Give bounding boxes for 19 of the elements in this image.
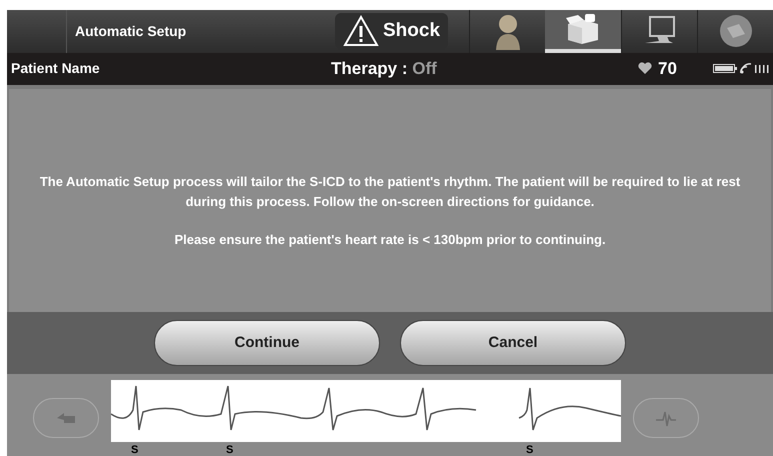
disc-icon (718, 14, 752, 48)
therapy-status: Therapy : Off (331, 58, 437, 80)
return-arrow-icon (55, 411, 77, 425)
patient-name: Patient Name (11, 59, 101, 78)
heart-rate-note: Please ensure the patient's heart rate is < 130bpm prior to continuing. (174, 230, 606, 249)
beat-marker: S (226, 443, 234, 456)
beat-marker: S (131, 443, 138, 456)
action-button[interactable]: Cancel (400, 320, 626, 366)
signal-bars-icon (755, 64, 769, 74)
instruction-text: The Automatic Setup process will tailor the S-ICD to the patient's rhythm. The patient will be required to lie at rest during this process. Follow the on-screen directions for guidance. (38, 172, 742, 211)
shock-button[interactable]: Shock (335, 13, 448, 50)
battery-icon (713, 64, 737, 74)
warning-icon (343, 15, 379, 48)
heart-rate: 70 (658, 58, 678, 80)
beat-marker: S (526, 443, 534, 456)
screen-title: Automatic Setup (75, 22, 188, 41)
wireless-icon (740, 63, 752, 74)
action-button[interactable]: Continue (154, 320, 380, 366)
heart-icon (638, 62, 652, 76)
